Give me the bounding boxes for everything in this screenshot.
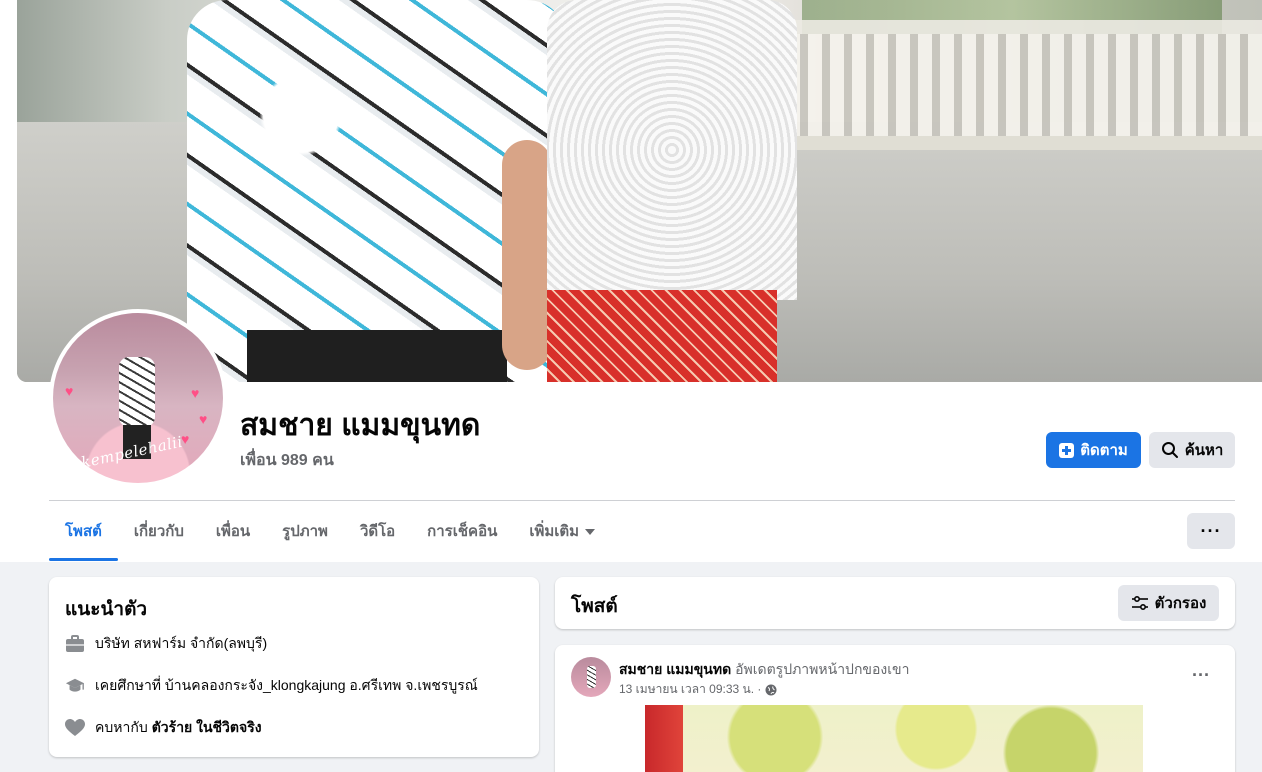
heart-icon: ♥	[191, 385, 200, 401]
post-card: สมชาย แมมขุนทด อัพเดตรูปภาพหน้าปกของเขา …	[555, 645, 1235, 772]
graduation-cap-icon	[65, 676, 85, 696]
filter-sliders-icon	[1131, 596, 1148, 610]
cover-person-lace-top	[547, 0, 797, 300]
intro-relationship: คบหากับ ตัวร้าย ในชีวิตจริง	[65, 717, 262, 739]
heart-icon: ♥	[65, 383, 74, 399]
post-timestamp[interactable]: 13 เมษายน เวลา 09:33 น. ·	[619, 680, 761, 699]
tab-about[interactable]: เกี่ยวกับ	[118, 501, 200, 561]
tab-label: วิดีโอ	[359, 523, 396, 540]
follow-icon	[1059, 442, 1075, 458]
caret-down-icon	[585, 529, 596, 535]
post-header: สมชาย แมมขุนทด อัพเดตรูปภาพหน้าปกของเขา	[619, 659, 909, 681]
cover-arm	[502, 140, 552, 370]
globe-icon	[765, 684, 777, 695]
tab-label: โพสต์	[65, 523, 102, 540]
cover-person-skirt	[547, 290, 777, 382]
tab-videos[interactable]: วิดีโอ	[344, 501, 411, 561]
filter-button[interactable]: ตัวกรอง	[1118, 585, 1219, 621]
tab-photos[interactable]: รูปภาพ	[266, 501, 344, 561]
briefcase-icon	[65, 634, 85, 654]
intro-work: บริษัท สหฟาร์ม จำกัด(ลพบุรี)	[65, 633, 267, 655]
cover-person-pants	[247, 330, 507, 382]
friends-count[interactable]: เพื่อน 989 คน	[240, 448, 334, 473]
intro-work-text[interactable]: บริษัท สหฟาร์ม จำกัด(ลพบุรี)	[95, 633, 267, 655]
avatar[interactable]: ♥ ♥ ♥ ♥ #kempelehalii	[53, 313, 223, 483]
posts-header-card: โพสต์ ตัวกรอง	[555, 577, 1235, 629]
profile-more-button[interactable]: ···	[1187, 513, 1235, 549]
tab-label: เพื่อน	[215, 523, 251, 540]
intro-education: เคยศึกษาที่ บ้านคลองกระจัง_klongkajung อ…	[65, 675, 478, 697]
search-button-label: ค้นหา	[1184, 442, 1224, 459]
post-more-button[interactable]: ···	[1183, 663, 1219, 687]
profile-name: สมชาย แมมขุนทด	[240, 409, 481, 442]
post-image-edge	[1143, 705, 1235, 772]
intro-relationship-prefix: คบหากับ	[95, 719, 148, 735]
profile-tabs: โพสต์ เกี่ยวกับ เพื่อน รูปภาพ วิดีโอ การ…	[49, 501, 611, 561]
follow-button[interactable]: ติดตาม	[1046, 432, 1141, 468]
intro-card: แนะนำตัว บริษัท สหฟาร์ม จำกัด(ลพบุรี) เค…	[49, 577, 539, 757]
intro-title: แนะนำตัว	[65, 599, 148, 620]
cover-photo[interactable]	[17, 0, 1262, 382]
post-image-red-post	[645, 705, 683, 772]
post-author-avatar[interactable]	[571, 657, 611, 697]
tab-label: เพิ่มเติม	[529, 523, 580, 540]
tab-label: เกี่ยวกับ	[133, 523, 184, 540]
tab-checkins[interactable]: การเช็คอิน	[411, 501, 513, 561]
posts-title: โพสต์	[571, 596, 618, 617]
filter-button-label: ตัวกรอง	[1154, 595, 1207, 612]
tab-label: การเช็คอิน	[427, 523, 498, 540]
follow-button-label: ติดตาม	[1080, 442, 1128, 459]
tab-more[interactable]: เพิ่มเติม	[513, 501, 611, 561]
tab-label: รูปภาพ	[282, 523, 328, 540]
cover-railing	[742, 20, 1262, 150]
post-author-name[interactable]: สมชาย แมมขุนทด	[619, 661, 731, 677]
post-avatar-person	[587, 666, 596, 688]
intro-education-text[interactable]: เคยศึกษาที่ บ้านคลองกระจัง_klongkajung อ…	[95, 675, 478, 697]
post-image[interactable]	[555, 705, 1235, 772]
post-meta: 13 เมษายน เวลา 09:33 น. ·	[619, 680, 777, 699]
post-image-foliage	[683, 705, 1143, 772]
post-action-text: อัพเดตรูปภาพหน้าปกของเขา	[735, 661, 910, 677]
avatar-person	[119, 357, 155, 427]
tab-friends[interactable]: เพื่อน	[200, 501, 266, 561]
tab-posts[interactable]: โพสต์	[49, 501, 118, 561]
intro-relationship-name[interactable]: ตัวร้าย ในชีวิตจริง	[152, 717, 262, 739]
search-button[interactable]: ค้นหา	[1149, 432, 1235, 468]
search-icon	[1161, 442, 1178, 458]
heart-icon	[65, 718, 85, 738]
heart-icon: ♥	[199, 411, 208, 427]
